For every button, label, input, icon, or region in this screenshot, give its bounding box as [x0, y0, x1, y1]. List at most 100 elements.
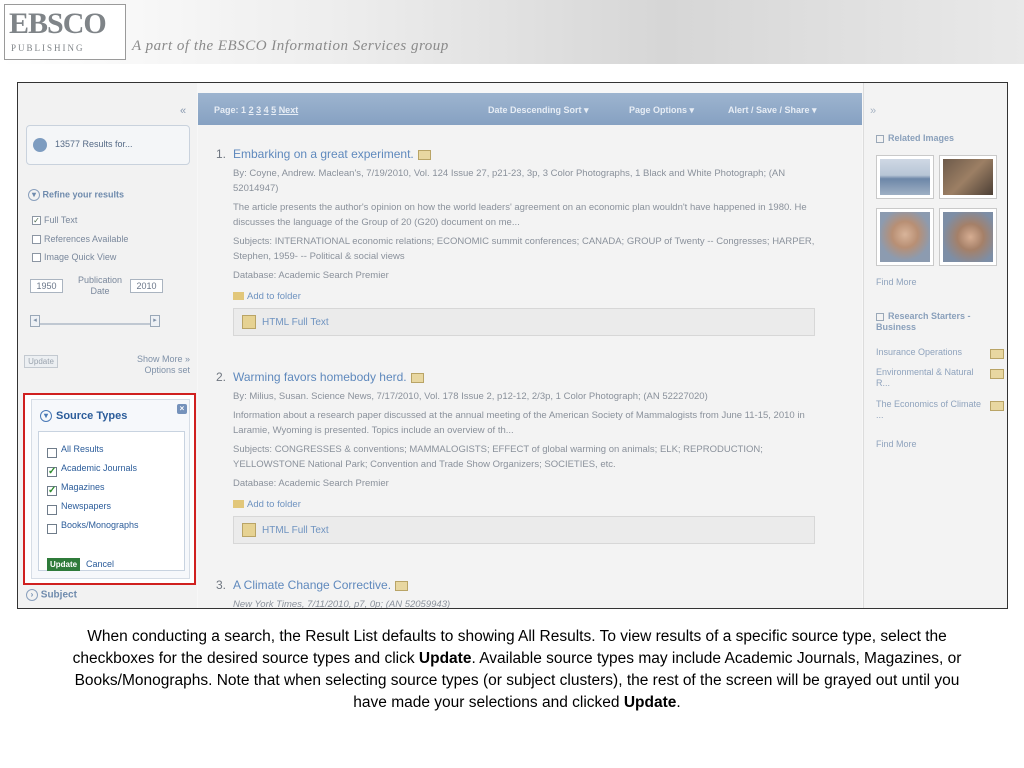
find-more-images-link[interactable]: Find More — [876, 277, 984, 288]
result-title-row: A Climate Change Corrective. — [233, 578, 833, 593]
preview-icon[interactable] — [990, 369, 1004, 379]
add-to-folder-label: Add to folder — [247, 499, 301, 510]
preview-icon[interactable] — [990, 401, 1004, 411]
result-byline: By: Milius, Susan. Science News, 7/17/20… — [233, 391, 708, 402]
related-image-thumb[interactable] — [876, 155, 934, 199]
screenshot-frame: « 13577 Results for... ▾ Refine your res… — [17, 82, 1008, 609]
html-full-text-link[interactable]: HTML Full Text — [262, 315, 329, 330]
caption-bold-update-1: Update — [418, 650, 472, 667]
research-starter-label: The Economics of Climate ... — [876, 399, 982, 420]
source-types-panel: ▾ Source Types × All Results ✓ Academic J… — [31, 399, 190, 579]
page-5-link[interactable]: 5 — [271, 105, 276, 115]
checkbox-image-quick-view[interactable] — [32, 253, 41, 263]
close-icon[interactable]: × — [177, 404, 187, 414]
add-to-folder-link[interactable]: Add to folder — [233, 497, 833, 512]
results-icon — [33, 138, 47, 152]
result-subjects: Subjects: INTERNATIONAL economic relatio… — [233, 236, 815, 262]
research-starter-link[interactable]: The Economics of Climate ... — [876, 399, 1004, 421]
result-title-link[interactable]: Embarking on a great experiment. — [233, 147, 414, 161]
collapse-left-icon[interactable]: « — [180, 105, 186, 117]
show-more-link[interactable]: Show More » — [118, 354, 190, 365]
checkbox-newspapers[interactable] — [47, 505, 57, 515]
date-slider-track[interactable] — [32, 323, 156, 325]
refine-results-label: Refine your results — [42, 189, 125, 200]
page-4-link[interactable]: 4 — [264, 105, 269, 115]
checkbox-all-results[interactable] — [47, 448, 57, 458]
refine-results-heading[interactable]: ▾ Refine your results — [28, 189, 124, 201]
result-number: 2. — [216, 370, 227, 384]
checkbox-academic-journals[interactable]: ✓ — [47, 467, 57, 477]
preview-icon[interactable] — [417, 149, 431, 160]
folder-icon — [233, 500, 244, 509]
result-title-row: Embarking on a great experiment. — [233, 147, 833, 162]
checkbox-full-text[interactable]: ✓ — [32, 216, 41, 226]
related-images-heading[interactable]: Related Images — [876, 133, 954, 143]
source-types-title: Source Types — [56, 410, 128, 422]
checkbox-books-monographs[interactable] — [47, 524, 57, 534]
source-types-highlight: ▾ Source Types × All Results ✓ Academic J… — [23, 393, 196, 585]
filter-full-text[interactable]: ✓ Full Text — [32, 215, 77, 226]
result-database: Database: Academic Search Premier — [233, 478, 389, 489]
date-update-button[interactable]: Update — [24, 355, 58, 368]
page-label: Page: — [214, 105, 239, 115]
show-more-block: Show More » Options set — [118, 354, 190, 376]
result-byline: New York Times, 7/11/2010, p7, 0p; (AN 5… — [233, 599, 451, 609]
add-to-folder-link[interactable]: Add to folder — [233, 289, 833, 304]
cancel-button[interactable]: Cancel — [86, 558, 114, 571]
slider-handle-right[interactable]: ▸ — [150, 315, 160, 327]
update-button[interactable]: Update — [47, 558, 81, 571]
checkbox-magazines[interactable]: ✓ — [47, 486, 57, 496]
right-sidebar: » Related Images Find More Research Star… — [863, 83, 1007, 608]
image — [943, 159, 993, 195]
left-sidebar: « 13577 Results for... ▾ Refine your res… — [18, 83, 197, 608]
collapse-square-icon — [876, 312, 884, 321]
research-starters-heading[interactable]: Research Starters - Business — [876, 311, 996, 333]
results-count-label: 13577 Results for... — [55, 139, 133, 149]
related-image-thumb[interactable] — [876, 208, 934, 266]
filter-label: References Available — [44, 234, 129, 244]
page-options-dropdown[interactable]: Page Options ▾ — [629, 105, 694, 116]
caption-bold-update-2: Update — [623, 694, 677, 711]
page-3-link[interactable]: 3 — [256, 105, 261, 115]
preview-icon[interactable] — [990, 349, 1004, 359]
preview-icon[interactable] — [410, 372, 424, 383]
alert-save-share-dropdown[interactable]: Alert / Save / Share ▾ — [728, 105, 817, 116]
date-from-input[interactable]: 1950 — [30, 279, 63, 293]
page-1[interactable]: 1 — [241, 105, 246, 115]
slider-handle-left[interactable]: ◂ — [30, 315, 40, 327]
related-image-thumb[interactable] — [939, 155, 997, 199]
next-page-link[interactable]: Next — [279, 105, 299, 115]
result-number: 3. — [216, 578, 227, 592]
result-title-link[interactable]: Warming favors homebody herd. — [233, 370, 407, 384]
date-to-input[interactable]: 2010 — [130, 279, 163, 293]
subject-heading[interactable]: › Subject — [26, 589, 77, 601]
filter-image-quick-view[interactable]: Image Quick View — [32, 252, 116, 263]
result-item: 2. Warming favors homebody herd. By: Mil… — [216, 370, 833, 544]
preview-icon[interactable] — [395, 580, 409, 591]
results-toolbar: Page: 1 2 3 4 5 Next Date Descending Sor… — [198, 93, 862, 125]
result-title-link[interactable]: A Climate Change Corrective. — [233, 578, 391, 592]
collapse-right-icon[interactable]: » — [870, 105, 876, 117]
logo-main-text: EBSCO — [9, 7, 107, 40]
research-starter-label: Insurance Operations — [876, 347, 963, 357]
source-type-label: Magazines — [61, 482, 105, 492]
page-2-link[interactable]: 2 — [249, 105, 254, 115]
add-to-folder-label: Add to folder — [247, 291, 301, 302]
source-types-heading[interactable]: ▾ Source Types — [40, 410, 128, 423]
source-type-label: Newspapers — [61, 501, 112, 511]
filter-references-available[interactable]: References Available — [32, 234, 129, 245]
options-set-label: Options set — [144, 365, 190, 375]
results-list: Page: 1 2 3 4 5 Next Date Descending Sor… — [198, 93, 862, 608]
results-count-box[interactable]: 13577 Results for... — [26, 125, 190, 165]
research-starter-link[interactable]: Environmental & Natural R... — [876, 367, 1004, 389]
chevron-down-icon: ▾ — [28, 189, 40, 201]
related-image-thumb[interactable] — [939, 208, 997, 266]
pagination: Page: 1 2 3 4 5 Next — [214, 105, 298, 115]
research-starter-link[interactable]: Insurance Operations — [876, 347, 1004, 359]
sort-dropdown[interactable]: Date Descending Sort ▾ — [488, 105, 589, 116]
image — [880, 212, 930, 262]
find-more-starters-link[interactable]: Find More — [876, 439, 984, 450]
checkbox-references[interactable] — [32, 235, 41, 245]
html-full-text-link[interactable]: HTML Full Text — [262, 523, 329, 538]
result-byline: By: Coyne, Andrew. Maclean's, 7/19/2010,… — [233, 168, 786, 194]
